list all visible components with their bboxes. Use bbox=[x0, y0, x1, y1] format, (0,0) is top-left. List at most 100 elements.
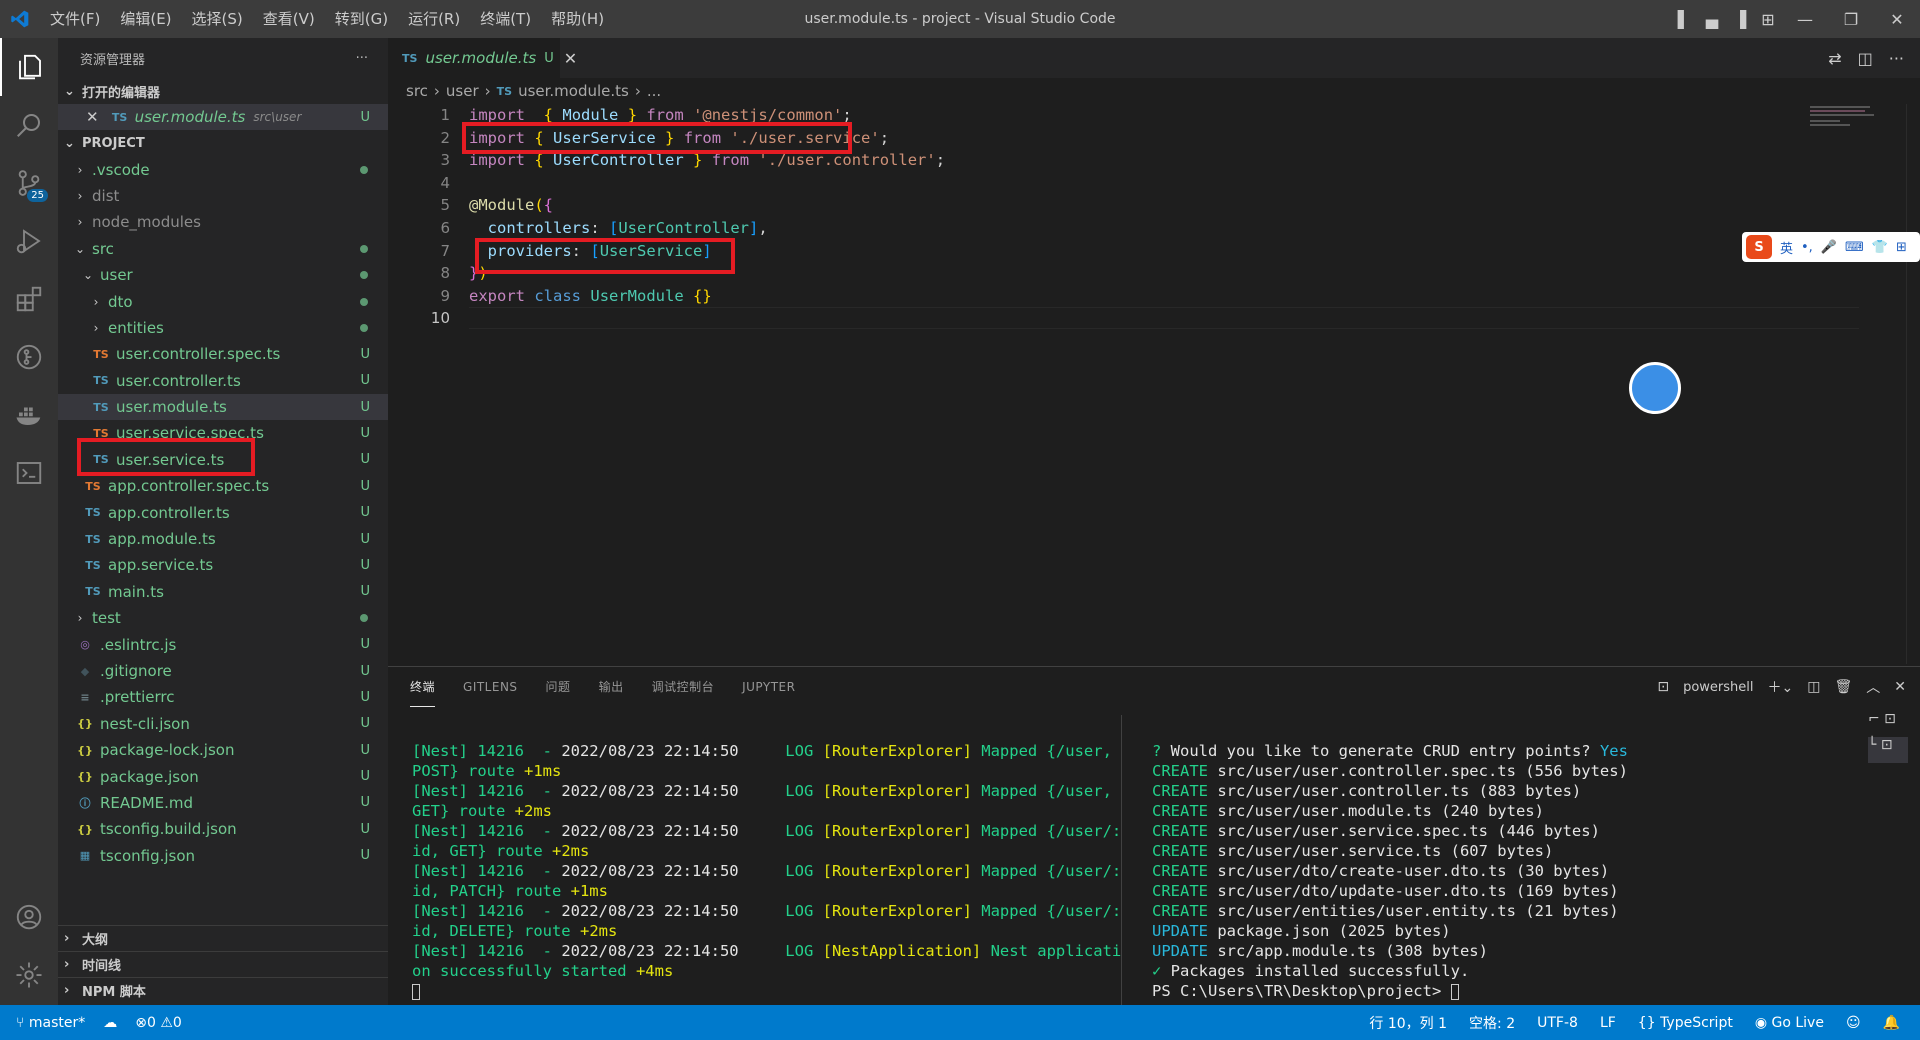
menu-item[interactable]: 帮助(H) bbox=[541, 0, 614, 38]
open-editor-item[interactable]: ✕ TS user.module.ts src\user U bbox=[58, 104, 388, 131]
menu-item[interactable]: 选择(S) bbox=[182, 0, 253, 38]
language-mode[interactable]: {} TypeScript bbox=[1638, 1015, 1733, 1031]
code-line[interactable]: export class UserModule {} bbox=[469, 285, 945, 308]
terminal-list-item-1[interactable]: ⌐ ⊡ bbox=[1868, 711, 1908, 737]
tree-item[interactable]: {} package.json U bbox=[58, 763, 388, 789]
menu-item[interactable]: 运行(R) bbox=[398, 0, 470, 38]
notifications-icon[interactable]: 🔔 bbox=[1883, 1015, 1900, 1031]
encoding[interactable]: UTF-8 bbox=[1537, 1015, 1578, 1031]
maximize-panel-icon[interactable]: ︿ bbox=[1866, 677, 1880, 697]
new-terminal-icon[interactable]: ＋⌄ bbox=[1768, 677, 1794, 697]
breadcrumb-symbol[interactable]: ... bbox=[647, 82, 661, 100]
project-section[interactable]: ⌄ PROJECT bbox=[58, 130, 388, 156]
close-tab-icon[interactable]: ✕ bbox=[564, 49, 577, 68]
split-editor-icon[interactable]: ◫ bbox=[1858, 49, 1873, 68]
customize-layout-icon[interactable]: ⊞ bbox=[1754, 0, 1782, 38]
terminal-split-divider[interactable] bbox=[1121, 715, 1122, 1005]
terminal-list-item-2[interactable]: └ ⊡ bbox=[1868, 737, 1908, 763]
tree-item[interactable]: › dto bbox=[58, 288, 388, 314]
tree-item[interactable]: ◆ .gitignore U bbox=[58, 658, 388, 684]
floating-assistant-button[interactable] bbox=[1629, 362, 1681, 414]
code-line[interactable] bbox=[469, 172, 945, 195]
run-debug-icon[interactable] bbox=[0, 212, 58, 270]
english-mode-icon[interactable]: 英 bbox=[1780, 238, 1793, 257]
npm-scripts-section[interactable]: › NPM 脚本 bbox=[58, 977, 388, 1003]
tree-item[interactable]: ⓘ README.md U bbox=[58, 790, 388, 816]
toolbox-icon[interactable]: ⊞ bbox=[1896, 240, 1907, 255]
tree-item[interactable]: ≡ .prettierrc U bbox=[58, 684, 388, 710]
tree-item[interactable]: ▦ tsconfig.json U bbox=[58, 843, 388, 869]
account-icon[interactable] bbox=[0, 888, 58, 946]
terminal-right[interactable]: ? Would you like to generate CRUD entry … bbox=[1152, 741, 1628, 1001]
code-line[interactable]: @Module({ bbox=[469, 194, 945, 217]
menu-item[interactable]: 转到(G) bbox=[325, 0, 398, 38]
panel-tab[interactable]: GITLENS bbox=[463, 667, 518, 707]
breadcrumb-file[interactable]: user.module.ts bbox=[518, 82, 629, 100]
problems-indicator[interactable]: ⊗0 ⚠0 bbox=[135, 1015, 182, 1031]
gitlens-icon[interactable] bbox=[0, 328, 58, 386]
menu-item[interactable]: 编辑(E) bbox=[110, 0, 181, 38]
timeline-section[interactable]: › 时间线 bbox=[58, 951, 388, 977]
tree-item[interactable]: TS main.ts U bbox=[58, 579, 388, 605]
panel-tab[interactable]: JUPYTER bbox=[742, 667, 795, 707]
toggle-secondary-sidebar-icon[interactable]: ▐ bbox=[1726, 0, 1754, 38]
tree-item[interactable]: TS user.controller.ts U bbox=[58, 368, 388, 394]
microphone-icon[interactable]: 🎤 bbox=[1821, 240, 1837, 255]
minimap[interactable] bbox=[1810, 104, 1900, 128]
terminal-left[interactable]: [Nest] 14216 - 2022/08/23 22:14:50 LOG [… bbox=[412, 741, 1121, 1001]
extensions-icon[interactable] bbox=[0, 270, 58, 328]
explorer-icon[interactable] bbox=[0, 38, 58, 96]
shell-name[interactable]: powershell bbox=[1683, 680, 1753, 695]
tree-item[interactable]: ⌄ src bbox=[58, 236, 388, 262]
tree-item[interactable]: TS app.module.ts U bbox=[58, 526, 388, 552]
tree-item[interactable]: {} nest-cli.json U bbox=[58, 711, 388, 737]
cursor-position[interactable]: 行 10，列 1 bbox=[1369, 1013, 1447, 1033]
tree-item[interactable]: › node_modules bbox=[58, 209, 388, 235]
breadcrumb-user[interactable]: user bbox=[446, 82, 479, 100]
panel-tab[interactable]: 调试控制台 bbox=[652, 667, 715, 707]
tree-item[interactable]: {} package-lock.json U bbox=[58, 737, 388, 763]
minimize-button[interactable]: — bbox=[1782, 0, 1828, 38]
ime-toolbar[interactable]: S 英 •, 🎤 ⌨ 👕 ⊞ bbox=[1742, 232, 1920, 262]
go-live-button[interactable]: ◉ Go Live bbox=[1755, 1015, 1824, 1031]
skin-icon[interactable]: 👕 bbox=[1872, 240, 1888, 255]
more-actions-icon[interactable]: ··· bbox=[1889, 49, 1904, 68]
close-panel-icon[interactable]: ✕ bbox=[1894, 679, 1906, 695]
panel-tab[interactable]: 终端 bbox=[410, 667, 436, 707]
tree-item[interactable]: TS app.controller.spec.ts U bbox=[58, 473, 388, 499]
code-line[interactable]: controllers: [UserController], bbox=[469, 217, 945, 240]
split-terminal-icon[interactable]: ◫ bbox=[1807, 679, 1820, 695]
open-changes-icon[interactable]: ⇄ bbox=[1828, 49, 1841, 68]
tree-item[interactable]: ◎ .eslintrc.js U bbox=[58, 631, 388, 657]
tree-item[interactable]: TS app.service.ts U bbox=[58, 552, 388, 578]
tree-item[interactable]: TS user.module.ts U bbox=[58, 393, 388, 421]
breadcrumb-src[interactable]: src bbox=[406, 82, 428, 100]
end-of-line[interactable]: LF bbox=[1600, 1015, 1616, 1031]
menu-item[interactable]: 文件(F) bbox=[40, 0, 110, 38]
tree-item[interactable]: › .vscode bbox=[58, 156, 388, 182]
punctuation-icon[interactable]: •, bbox=[1801, 240, 1813, 255]
tree-item[interactable]: › entities bbox=[58, 315, 388, 341]
tree-item[interactable]: TS user.controller.spec.ts U bbox=[58, 341, 388, 367]
toggle-panel-icon[interactable]: ▄ bbox=[1698, 0, 1726, 38]
menu-item[interactable]: 终端(T) bbox=[470, 0, 541, 38]
more-actions-icon[interactable]: ··· bbox=[356, 51, 368, 66]
search-icon[interactable] bbox=[0, 96, 58, 154]
outline-section[interactable]: › 大纲 bbox=[58, 925, 388, 951]
menu-item[interactable]: 查看(V) bbox=[253, 0, 325, 38]
branch-indicator[interactable]: ⑂ master* bbox=[16, 1015, 85, 1031]
keyboard-icon[interactable]: ⌨ bbox=[1845, 240, 1864, 255]
tree-item[interactable]: {} tsconfig.build.json U bbox=[58, 816, 388, 842]
panel-tab[interactable]: 输出 bbox=[599, 667, 624, 707]
tree-item[interactable]: TS app.controller.ts U bbox=[58, 499, 388, 525]
sync-icon[interactable]: ☁ bbox=[103, 1015, 117, 1031]
restore-button[interactable]: ❐ bbox=[1828, 0, 1874, 38]
kill-terminal-icon[interactable]: 🗑 bbox=[1834, 679, 1852, 695]
remote-terminal-icon[interactable] bbox=[0, 444, 58, 502]
tree-item[interactable]: ⌄ user bbox=[58, 262, 388, 288]
code-editor[interactable]: 1 2 3 4 5 6 7 8 9 10 import { Module } from '@nes… bbox=[388, 104, 1920, 664]
manage-gear-icon[interactable] bbox=[0, 946, 58, 1004]
indentation[interactable]: 空格: 2 bbox=[1469, 1013, 1515, 1033]
open-editors-section[interactable]: ⌄ 打开的编辑器 bbox=[58, 78, 388, 104]
toggle-primary-sidebar-icon[interactable]: ▌ bbox=[1670, 0, 1698, 38]
